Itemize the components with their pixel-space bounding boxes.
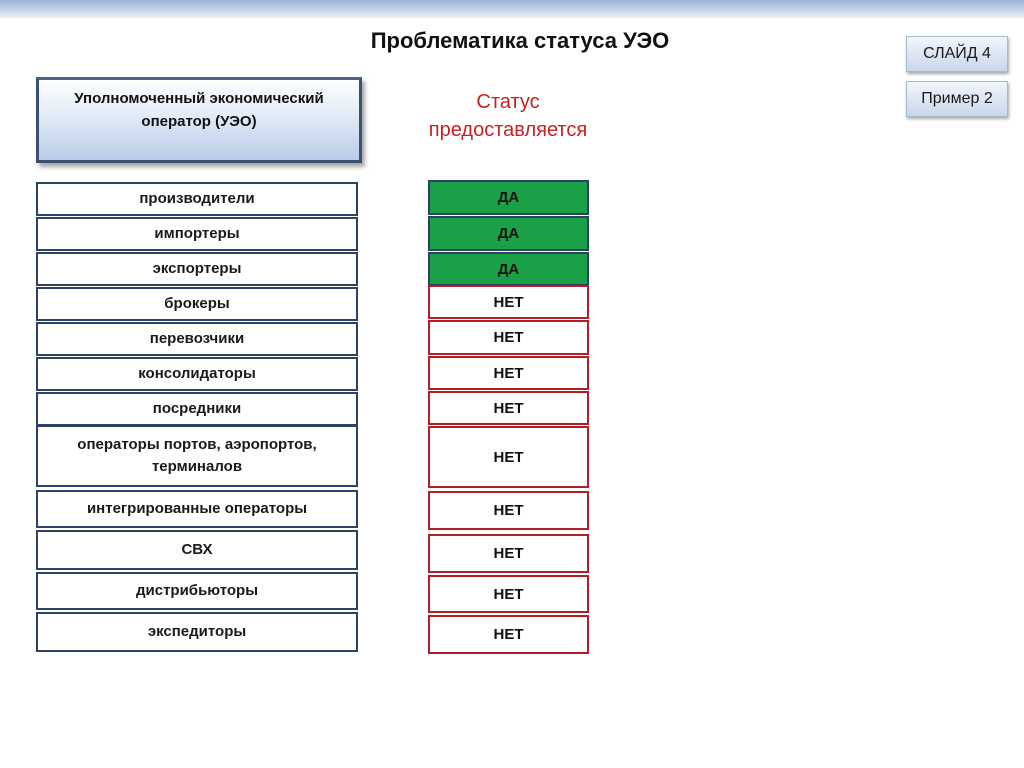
category-row: посредники bbox=[36, 392, 358, 426]
status-cell: НЕТ bbox=[428, 320, 589, 355]
status-cell: НЕТ bbox=[428, 356, 589, 390]
operator-header-box: Уполномоченный экономический оператор (У… bbox=[36, 77, 362, 163]
status-cell: ДА bbox=[428, 252, 589, 286]
category-row: операторы портов, аэропортов, терминалов bbox=[36, 425, 358, 487]
page-title: Проблематика статуса УЭО bbox=[370, 28, 670, 53]
status-cell: НЕТ bbox=[428, 391, 589, 425]
status-cell: НЕТ bbox=[428, 534, 589, 573]
status-column-header: Статус предоставляется bbox=[428, 91, 588, 141]
example-button[interactable]: Пример 2 bbox=[906, 81, 1008, 117]
status-cell: НЕТ bbox=[428, 615, 589, 654]
category-row: экспортеры bbox=[36, 252, 358, 286]
status-cell: НЕТ bbox=[428, 575, 589, 613]
category-row: перевозчики bbox=[36, 322, 358, 356]
category-row: интегрированные операторы bbox=[36, 490, 358, 528]
status-cell: НЕТ bbox=[428, 491, 589, 530]
category-row: экспедиторы bbox=[36, 612, 358, 652]
status-cell: НЕТ bbox=[428, 426, 589, 488]
slide-number-button[interactable]: СЛАЙД 4 bbox=[906, 36, 1008, 72]
top-gradient-bar bbox=[0, 0, 1024, 18]
category-row: импортеры bbox=[36, 217, 358, 251]
status-cell: ДА bbox=[428, 180, 589, 215]
category-row: производители bbox=[36, 182, 358, 216]
operator-header-label: Уполномоченный экономический оператор (У… bbox=[74, 90, 324, 130]
status-cell: НЕТ bbox=[428, 285, 589, 319]
category-row: дистрибьюторы bbox=[36, 572, 358, 610]
category-row: консолидаторы bbox=[36, 357, 358, 391]
category-row: брокеры bbox=[36, 287, 358, 321]
category-row: СВХ bbox=[36, 530, 358, 570]
status-cell: ДА bbox=[428, 216, 589, 251]
